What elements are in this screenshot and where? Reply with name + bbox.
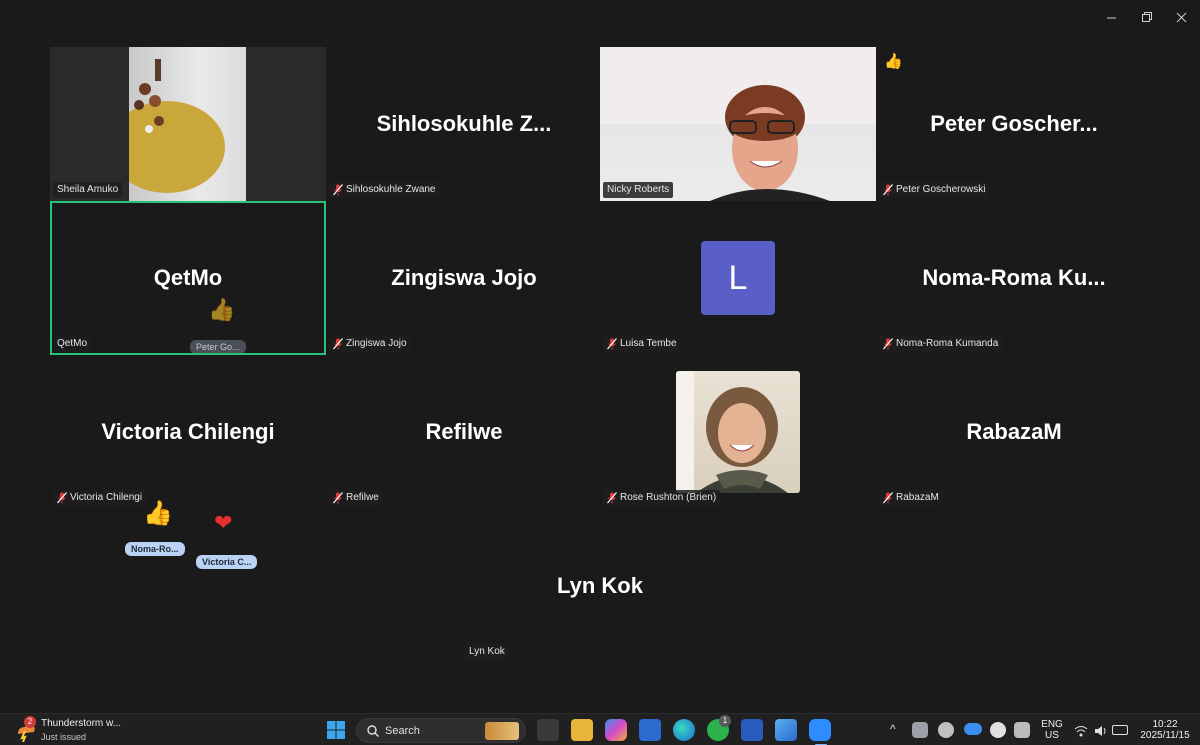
reaction-sender-pill: Victoria C... — [196, 555, 258, 569]
weather-title[interactable]: Thunderstorm w... — [41, 718, 121, 729]
weather-subtitle: Just issued — [41, 732, 87, 742]
reaction-sender-pill: Noma-Ro... — [125, 542, 185, 556]
participant-name: Peter Goscher... — [930, 111, 1098, 136]
video-tile-lyn[interactable]: Lyn Kok Lyn Kok — [462, 509, 738, 663]
participant-name: QetMo — [153, 265, 223, 290]
whatsapp-icon[interactable]: 1 — [707, 715, 731, 741]
search-icon — [367, 725, 379, 737]
video-feed — [109, 47, 246, 201]
minimize-icon[interactable] — [1096, 6, 1126, 28]
volume-icon[interactable] — [1094, 724, 1108, 736]
close-icon[interactable] — [1166, 6, 1196, 28]
search-highlight-image-icon — [485, 722, 519, 740]
participant-name: Noma-Roma Ku... — [922, 265, 1106, 290]
participant-label: Peter Goscherowski — [879, 182, 990, 198]
reaction-sender-pill: Peter Go... — [190, 340, 246, 353]
language-indicator[interactable]: ENG US — [1040, 719, 1064, 741]
title-bar — [0, 0, 1200, 40]
thumbs-up-reaction-icon: 👍 — [884, 53, 903, 70]
video-tile-luisa[interactable]: L Luisa Tembe — [600, 201, 876, 355]
participant-label: QetMo — [53, 336, 92, 352]
participant-label: Refilwe — [329, 490, 383, 506]
clock[interactable]: 10:22 2025/11/15 — [1135, 719, 1195, 741]
video-scene — [109, 59, 225, 193]
video-tile-qetmo-active-speaker[interactable]: QetMo 👍 Peter Go... QetMo — [50, 201, 326, 355]
microsoft-store-icon[interactable] — [639, 719, 661, 741]
participant-name: Lyn Kok — [557, 573, 643, 598]
tray-app-icon[interactable] — [938, 722, 954, 738]
chevron-up-icon[interactable]: ^ — [890, 722, 896, 736]
video-tile-noma[interactable]: Noma-Roma Ku... Noma-Roma Kumanda — [876, 201, 1152, 355]
mic-muted-icon — [607, 338, 617, 350]
video-tile-rose[interactable]: Rose Rushton (Brien) — [600, 355, 876, 509]
mic-muted-icon — [333, 338, 343, 350]
mic-muted-icon — [607, 492, 617, 504]
video-bg-right — [246, 47, 326, 201]
participant-name: RabazaM — [966, 419, 1062, 444]
edge-browser-icon[interactable] — [673, 719, 695, 741]
restore-icon[interactable] — [1132, 6, 1162, 28]
mic-muted-icon — [883, 492, 893, 504]
copilot-icon[interactable] — [605, 719, 627, 741]
video-scene — [710, 85, 830, 201]
search-placeholder: Search — [385, 725, 420, 737]
video-feed — [676, 371, 800, 493]
video-tile-nicky[interactable]: Nicky Roberts — [600, 47, 876, 201]
participant-name: Zingiswa Jojo — [391, 265, 537, 290]
sync-icon[interactable] — [990, 722, 1006, 738]
participant-name: Victoria Chilengi — [101, 419, 275, 444]
video-tile-refilwe[interactable]: Refilwe Refilwe — [326, 355, 602, 509]
zoom-icon[interactable] — [809, 719, 831, 741]
mic-muted-icon — [333, 184, 343, 196]
thumbs-up-reaction-icon: 👍 — [143, 500, 173, 527]
video-tile-zingiswa[interactable]: Zingiswa Jojo Zingiswa Jojo — [326, 201, 602, 355]
thumbs-up-reaction-icon: 👍 — [208, 297, 236, 322]
video-scene — [676, 371, 788, 493]
participant-label: Noma-Roma Kumanda — [879, 336, 1003, 352]
battery-icon[interactable] — [1112, 725, 1128, 735]
mic-muted-icon — [333, 492, 343, 504]
participant-label: Lyn Kok — [465, 644, 509, 660]
weather-widget-icon[interactable]: 2 — [14, 716, 38, 743]
video-feed — [600, 47, 876, 201]
onedrive-icon[interactable] — [964, 723, 982, 735]
tray-app-icon[interactable] — [912, 722, 928, 738]
mic-muted-icon — [883, 338, 893, 350]
taskbar-search-input[interactable]: Search — [356, 718, 526, 743]
participant-name: Refilwe — [425, 419, 503, 444]
video-tile-victoria[interactable]: Victoria Chilengi Victoria Chilengi — [50, 355, 326, 509]
video-tile-sheila[interactable]: Sheila Amuko — [50, 47, 326, 201]
participant-name: Sihlosokuhle Z... — [376, 111, 552, 136]
avatar: L — [701, 241, 775, 315]
video-tile-peter[interactable]: Peter Goscher... Peter Goscherowski — [876, 47, 1152, 201]
participant-label: Zingiswa Jojo — [329, 336, 411, 352]
heart-reaction-icon: ❤ — [214, 510, 233, 535]
participant-label: Nicky Roberts — [603, 182, 674, 198]
participant-label: Luisa Tembe — [603, 336, 681, 352]
weather-alert-badge: 2 — [24, 716, 36, 728]
participant-label: Victoria Chilengi — [53, 490, 147, 506]
start-button-windows-icon[interactable] — [325, 719, 347, 741]
whatsapp-badge: 1 — [719, 715, 731, 727]
video-tile-rabaza[interactable]: RabazaM RabazaM — [876, 355, 1152, 509]
mic-muted-icon — [57, 492, 67, 504]
mic-muted-icon — [883, 184, 893, 196]
participant-label: Rose Rushton (Brien) — [603, 490, 721, 506]
pen-icon[interactable] — [1014, 722, 1030, 738]
video-bg-left — [50, 47, 129, 201]
task-view-icon[interactable] — [537, 719, 559, 741]
windows-taskbar: 2 Thunderstorm w... Just issued Search 1… — [0, 713, 1200, 745]
word-icon[interactable] — [741, 719, 763, 741]
video-tile-sihlosokuhle[interactable]: Sihlosokuhle Z... Sihlosokuhle Zwane — [326, 47, 602, 201]
photos-icon[interactable] — [775, 719, 797, 741]
participant-label: RabazaM — [879, 490, 943, 506]
participant-label: Sheila Amuko — [53, 182, 123, 198]
participant-label: Sihlosokuhle Zwane — [329, 182, 440, 198]
wifi-icon[interactable] — [1074, 724, 1088, 737]
file-explorer-icon[interactable] — [571, 719, 593, 741]
